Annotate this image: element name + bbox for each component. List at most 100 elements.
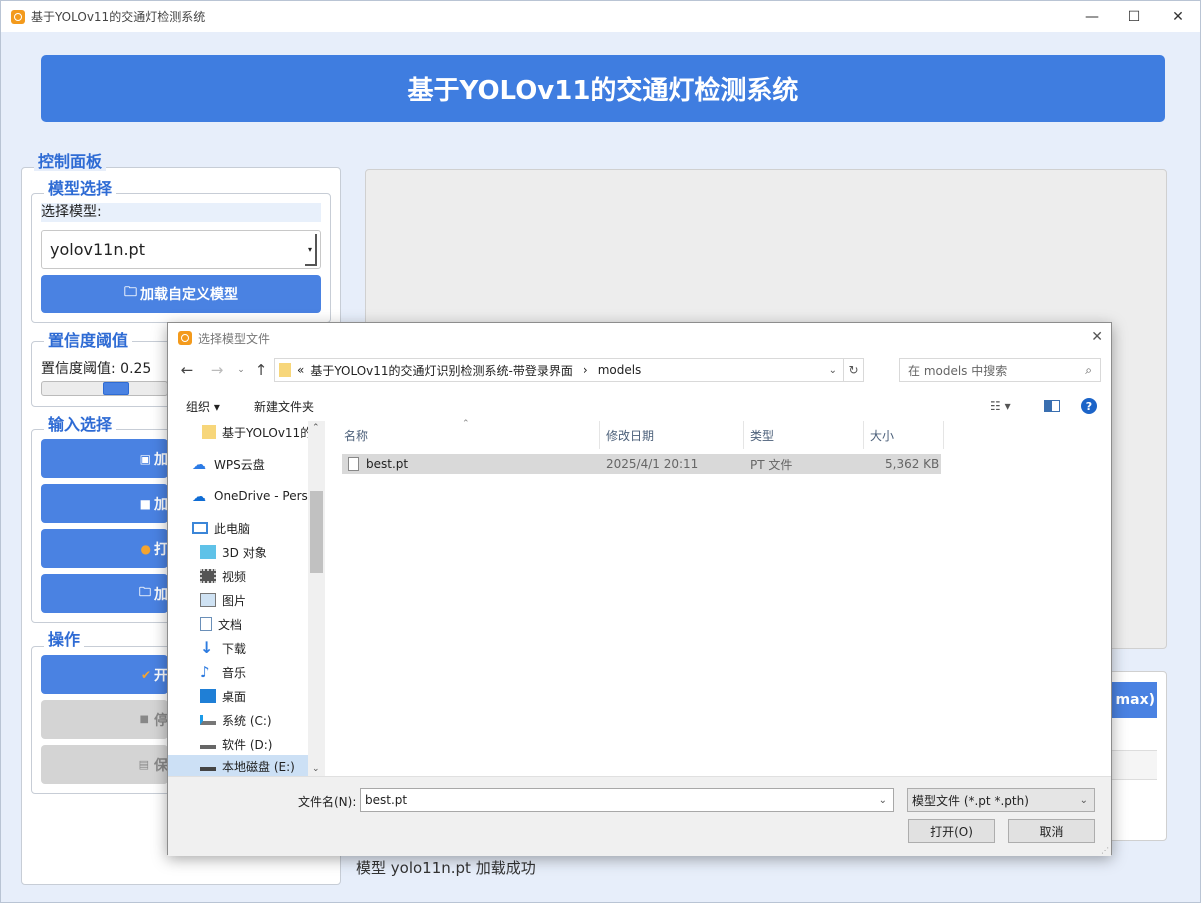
nav-item-documents[interactable]: 文档 (200, 613, 242, 635)
model-group-title: 模型选择 (44, 180, 117, 198)
scroll-down-icon[interactable]: ⌄ (312, 764, 320, 774)
file-dialog: 选择模型文件 ✕ ← → ⌄ ↑ « 基于YOLOv11的交通灯识别检测系统-带… (167, 322, 1112, 856)
resize-grip-icon[interactable]: ⋰ (1101, 846, 1109, 855)
load-folder-button[interactable]: 🗀 加 (41, 574, 168, 613)
search-placeholder: 在 models 中搜索 (908, 363, 1008, 378)
app-icon (11, 9, 25, 24)
confidence-label: 置信度阈值: 0.25 (41, 361, 152, 377)
up-arrow-icon[interactable]: ↑ (250, 359, 272, 381)
dialog-title: 选择模型文件 (198, 331, 271, 346)
open-camera-label: 打 (154, 541, 168, 558)
column-header-name[interactable]: 名称 (325, 421, 599, 449)
stop-button[interactable]: ■ 停 (41, 700, 168, 739)
nav-scrollbar[interactable]: ⌃ ⌄ (308, 421, 325, 776)
start-button[interactable]: ✔ 开 (41, 655, 168, 694)
chevron-down-icon: ▾ (305, 234, 317, 266)
address-separator: › (582, 363, 588, 377)
model-select[interactable]: yolov11n.pt ▾ (41, 230, 321, 269)
column-header-size[interactable]: 大小 (851, 421, 941, 449)
column-separator (943, 421, 944, 449)
start-label: 开 (154, 667, 168, 684)
nav-item-this-pc[interactable]: 此电脑 (192, 517, 250, 539)
load-video-label: 加 (154, 496, 168, 513)
load-custom-model-button[interactable]: 🗀 加载自定义模型 (41, 275, 321, 313)
load-image-button[interactable]: ▣ 加 (41, 439, 168, 478)
address-crumb[interactable]: models (598, 363, 642, 377)
control-panel-title: 控制面板 (34, 153, 107, 171)
load-custom-model-label: 加载自定义模型 (140, 287, 238, 303)
drive-icon (200, 761, 216, 771)
file-list: ⌃ 名称 修改日期 类型 大小 best.pt 2025/4/1 20:11 P… (325, 419, 1111, 776)
nav-item-desktop[interactable]: 桌面 (200, 685, 246, 707)
new-folder-button[interactable]: 新建文件夹 (254, 398, 314, 415)
check-icon: ✔ (140, 667, 151, 682)
save-button[interactable]: ▤ 保 (41, 745, 168, 784)
folder-icon: 🗀 (123, 285, 137, 300)
file-row[interactable]: best.pt 2025/4/1 20:11 PT 文件 5,362 KB (342, 454, 941, 474)
close-button[interactable]: ✕ (1155, 1, 1201, 32)
nav-item-project-folder[interactable]: 基于YOLOv11的 (202, 421, 312, 443)
help-icon[interactable]: ? (1081, 398, 1097, 414)
address-crumb[interactable]: 基于YOLOv11的交通灯识别检测系统-带登录界面 (310, 362, 573, 379)
file-type-filter[interactable]: 模型文件 (*.pt *.pth) ⌄ (907, 788, 1095, 812)
ops-group-title: 操作 (44, 631, 85, 649)
load-video-button[interactable]: ■ 加 (41, 484, 168, 523)
address-bar[interactable]: « 基于YOLOv11的交通灯识别检测系统-带登录界面 › models ⌄ ↻ (274, 358, 864, 382)
header-banner: 基于YOLOv11的交通灯检测系统 (41, 55, 1165, 122)
nav-item-drive-e[interactable]: 本地磁盘 (E:) (168, 755, 308, 776)
model-select-value: yolov11n.pt (50, 240, 145, 259)
video-icon: ■ (139, 496, 151, 511)
nav-item-pictures[interactable]: 图片 (200, 589, 246, 611)
nav-item-3d-objects[interactable]: 3D 对象 (200, 541, 267, 563)
folder-icon (202, 425, 216, 439)
minimize-button[interactable]: — (1069, 1, 1115, 32)
column-header-type[interactable]: 类型 (731, 421, 851, 449)
slider-handle[interactable] (103, 382, 129, 395)
load-folder-label: 加 (154, 586, 168, 603)
confidence-slider[interactable] (41, 381, 168, 396)
save-label: 保 (154, 757, 168, 774)
confidence-group-title: 置信度阈值 (44, 332, 133, 350)
column-header-date[interactable]: 修改日期 (587, 421, 731, 449)
search-input[interactable]: 在 models 中搜索 ⌕ (899, 358, 1101, 382)
chevron-down-icon[interactable]: ⌄ (829, 365, 837, 376)
refresh-icon[interactable]: ↻ (843, 359, 863, 381)
cancel-button[interactable]: 取消 (1008, 819, 1095, 843)
address-prefix: « (297, 363, 305, 377)
nav-item-music[interactable]: ♪ 音乐 (200, 661, 246, 683)
file-size: 5,362 KB (885, 457, 940, 471)
nav-item-wps-cloud[interactable]: ☁ WPS云盘 (192, 453, 265, 475)
nav-item-onedrive[interactable]: ☁ OneDrive - Perso (192, 485, 315, 507)
search-icon: ⌕ (1085, 362, 1092, 377)
forward-arrow-icon[interactable]: → (206, 359, 228, 381)
nav-item-drive-c[interactable]: 系统 (C:) (200, 709, 272, 731)
input-group-title: 输入选择 (44, 416, 117, 434)
chevron-down-icon[interactable]: ⌄ (879, 795, 887, 806)
preview-pane-icon[interactable] (1044, 400, 1060, 412)
scroll-up-icon[interactable]: ⌃ (312, 423, 320, 433)
maximize-button[interactable]: ☐ (1111, 1, 1157, 32)
recent-chevron-icon[interactable]: ⌄ (230, 359, 252, 381)
filename-input[interactable]: best.pt ⌄ (360, 788, 894, 812)
open-camera-button[interactable]: ● 打 (41, 529, 168, 568)
dialog-title-bar: 选择模型文件 ✕ (168, 323, 1111, 353)
picture-icon (200, 593, 216, 607)
window-title: 基于YOLOv11的交通灯检测系统 (31, 10, 206, 24)
view-options-icon[interactable]: ☷ ▾ (990, 399, 1011, 413)
load-image-label: 加 (154, 451, 168, 468)
organize-button[interactable]: 组织 ▾ (186, 398, 220, 415)
nav-item-drive-d[interactable]: 软件 (D:) (200, 733, 272, 755)
video-icon (200, 569, 216, 583)
nav-item-videos[interactable]: 视频 (200, 565, 246, 587)
dialog-close-icon[interactable]: ✕ (1091, 329, 1103, 345)
title-bar: 基于YOLOv11的交通灯检测系统 — ☐ ✕ (1, 1, 1200, 32)
file-date: 2025/4/1 20:11 (606, 457, 699, 471)
file-type: PT 文件 (750, 457, 793, 472)
chevron-down-icon[interactable]: ⌄ (1080, 795, 1088, 806)
back-arrow-icon[interactable]: ← (176, 359, 198, 381)
desktop-icon (200, 689, 216, 703)
folder-icon: 🗀 (138, 585, 151, 599)
scrollbar-thumb[interactable] (310, 491, 323, 573)
open-button[interactable]: 打开(O) (908, 819, 995, 843)
nav-item-downloads[interactable]: ↓ 下载 (200, 637, 246, 659)
